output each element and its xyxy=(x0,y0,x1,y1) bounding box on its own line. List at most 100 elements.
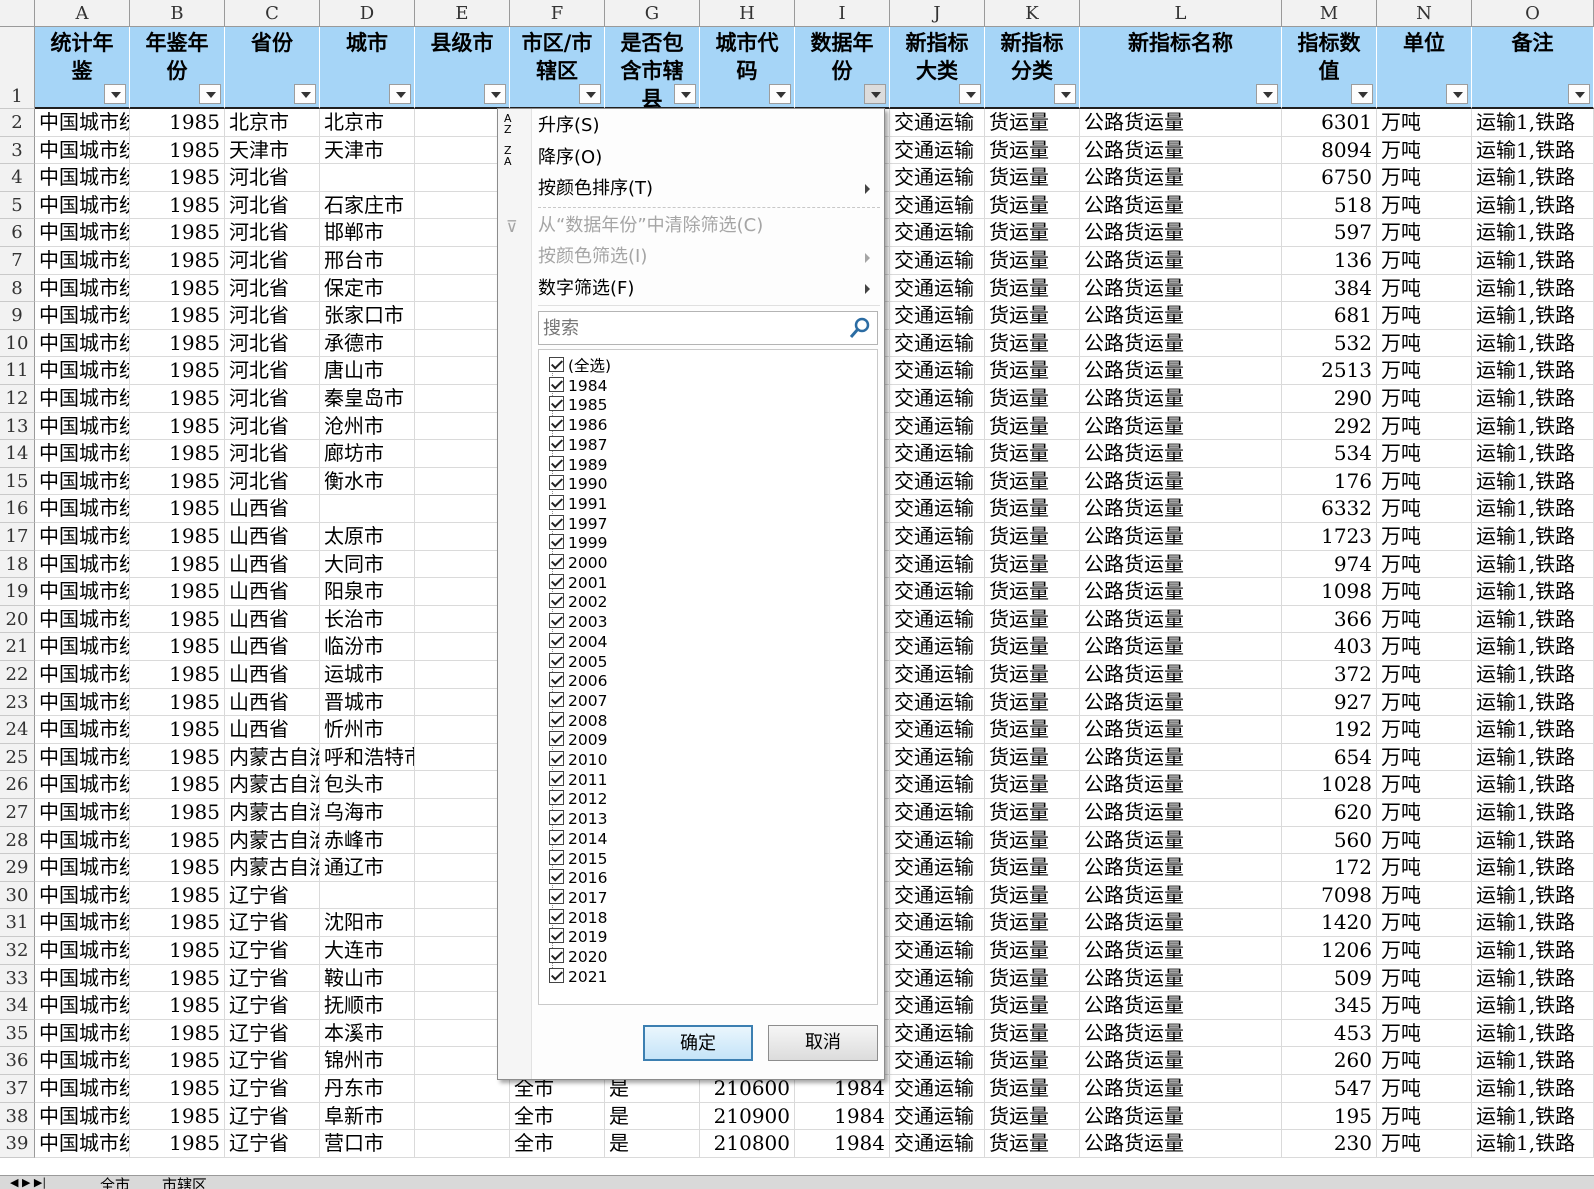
table-cell[interactable]: 交通运输 xyxy=(890,605,985,634)
table-cell[interactable]: 运输1,铁路 xyxy=(1472,1075,1594,1103)
table-cell[interactable]: 山西省 xyxy=(225,523,320,551)
row-number[interactable]: 10 xyxy=(0,329,35,358)
filter-list-item[interactable]: 2017 xyxy=(549,888,607,908)
table-cell[interactable]: 通辽市 xyxy=(320,854,415,882)
table-cell[interactable]: 晋城市 xyxy=(320,688,415,717)
header-cell[interactable]: 市区/市 辖区 xyxy=(510,27,605,109)
checkbox-checked-icon[interactable] xyxy=(549,593,564,609)
table-cell[interactable]: 万吨 xyxy=(1377,191,1472,220)
table-cell[interactable]: 辽宁省 xyxy=(225,881,320,910)
table-cell[interactable]: 中国城市统 xyxy=(35,964,130,993)
table-cell[interactable]: 中国城市统 xyxy=(35,688,130,717)
table-cell[interactable] xyxy=(415,329,510,358)
table-cell[interactable]: 山西省 xyxy=(225,688,320,717)
table-cell[interactable]: 货运量 xyxy=(985,385,1080,413)
filter-dropdown-button[interactable] xyxy=(1351,84,1373,104)
table-cell[interactable]: 公路货运量 xyxy=(1080,964,1282,993)
row-number[interactable]: 7 xyxy=(0,247,35,275)
table-cell[interactable]: 邯郸市 xyxy=(320,219,415,247)
table-cell[interactable]: 大同市 xyxy=(320,550,415,579)
filter-dropdown-button[interactable] xyxy=(864,84,886,104)
table-cell[interactable]: 1985 xyxy=(130,743,225,772)
table-cell[interactable]: 货运量 xyxy=(985,605,1080,634)
table-cell[interactable]: 货运量 xyxy=(985,164,1080,192)
table-cell[interactable] xyxy=(415,1047,510,1075)
table-cell[interactable]: 货运量 xyxy=(985,440,1080,468)
checkbox-checked-icon[interactable] xyxy=(549,416,564,432)
table-cell[interactable]: 运输1,铁路 xyxy=(1472,164,1594,192)
table-cell[interactable] xyxy=(415,826,510,855)
table-cell[interactable]: 中国城市统 xyxy=(35,357,130,385)
row-number[interactable]: 35 xyxy=(0,1019,35,1048)
filter-list-item[interactable]: 2018 xyxy=(549,908,607,928)
table-cell[interactable]: 运输1,铁路 xyxy=(1472,274,1594,303)
table-cell[interactable]: 中国城市统 xyxy=(35,743,130,772)
table-cell[interactable]: 万吨 xyxy=(1377,467,1472,496)
filter-list-item[interactable]: 2002 xyxy=(549,592,607,612)
table-cell[interactable]: 公路货运量 xyxy=(1080,164,1282,192)
table-cell[interactable]: 1420 xyxy=(1282,909,1377,937)
table-cell[interactable]: 中国城市统 xyxy=(35,385,130,413)
table-cell[interactable]: 辽宁省 xyxy=(225,1130,320,1158)
table-cell[interactable]: 公路货运量 xyxy=(1080,109,1282,137)
table-cell[interactable]: 中国城市统 xyxy=(35,1075,130,1103)
checkbox-checked-icon[interactable] xyxy=(549,731,564,747)
table-cell[interactable]: 万吨 xyxy=(1377,550,1472,579)
row-number[interactable]: 22 xyxy=(0,661,35,689)
sort-by-color-item[interactable]: 按颜色排序(T) xyxy=(538,177,653,201)
table-cell[interactable]: 运输1,铁路 xyxy=(1472,661,1594,689)
table-cell[interactable]: 1985 xyxy=(130,909,225,937)
table-cell[interactable]: 230 xyxy=(1282,1130,1377,1158)
filter-list-item[interactable]: 1990 xyxy=(549,474,607,494)
table-cell[interactable]: 公路货运量 xyxy=(1080,633,1282,661)
header-cell[interactable]: 是否包 含市辖县 xyxy=(605,27,700,109)
table-cell[interactable] xyxy=(320,881,415,910)
table-cell[interactable]: 1984 xyxy=(795,1102,890,1131)
table-cell[interactable]: 货运量 xyxy=(985,1130,1080,1158)
table-cell[interactable]: 交通运输 xyxy=(890,219,985,247)
table-cell[interactable]: 公路货运量 xyxy=(1080,274,1282,303)
filter-list-item[interactable]: 2020 xyxy=(549,947,607,967)
table-cell[interactable]: 372 xyxy=(1282,661,1377,689)
table-cell[interactable]: 河北省 xyxy=(225,329,320,358)
table-cell[interactable]: 6332 xyxy=(1282,495,1377,523)
table-cell[interactable]: 公路货运量 xyxy=(1080,854,1282,882)
table-cell[interactable]: 交通运输 xyxy=(890,799,985,827)
table-cell[interactable]: 7098 xyxy=(1282,881,1377,910)
checkbox-checked-icon[interactable] xyxy=(549,672,564,688)
table-cell[interactable]: 衡水市 xyxy=(320,467,415,496)
table-cell[interactable] xyxy=(415,605,510,634)
table-cell[interactable]: 货运量 xyxy=(985,799,1080,827)
table-cell[interactable]: 山西省 xyxy=(225,661,320,689)
filter-list-item[interactable]: 2011 xyxy=(549,770,607,790)
table-cell[interactable]: 290 xyxy=(1282,385,1377,413)
table-cell[interactable]: 运输1,铁路 xyxy=(1472,1019,1594,1048)
table-cell[interactable]: 万吨 xyxy=(1377,826,1472,855)
table-cell[interactable]: 货运量 xyxy=(985,633,1080,661)
table-cell[interactable]: 内蒙古自治 xyxy=(225,826,320,855)
table-cell[interactable]: 呼和浩特市 xyxy=(320,743,415,772)
checkbox-checked-icon[interactable] xyxy=(549,908,564,924)
table-cell[interactable]: 交通运输 xyxy=(890,578,985,606)
header-cell[interactable]: 新指标 分类 xyxy=(985,27,1080,109)
table-cell[interactable]: 公路货运量 xyxy=(1080,523,1282,551)
table-cell[interactable]: 万吨 xyxy=(1377,219,1472,247)
table-cell[interactable]: 136 xyxy=(1282,247,1377,275)
header-cell[interactable]: 统计年鉴 xyxy=(35,27,130,109)
table-cell[interactable]: 中国城市统 xyxy=(35,136,130,165)
table-cell[interactable]: 运输1,铁路 xyxy=(1472,357,1594,385)
table-cell[interactable]: 运输1,铁路 xyxy=(1472,964,1594,993)
table-cell[interactable]: 包头市 xyxy=(320,771,415,799)
table-cell[interactable]: 公路货运量 xyxy=(1080,826,1282,855)
table-cell[interactable]: 万吨 xyxy=(1377,495,1472,523)
table-cell[interactable]: 交通运输 xyxy=(890,937,985,965)
table-cell[interactable]: 公路货运量 xyxy=(1080,357,1282,385)
table-cell[interactable]: 货运量 xyxy=(985,964,1080,993)
table-cell[interactable]: 1985 xyxy=(130,191,225,220)
table-cell[interactable]: 货运量 xyxy=(985,909,1080,937)
checkbox-checked-icon[interactable] xyxy=(549,435,564,451)
filter-list-item[interactable]: (全选) xyxy=(549,356,611,376)
table-cell[interactable]: 532 xyxy=(1282,329,1377,358)
table-cell[interactable]: 1985 xyxy=(130,385,225,413)
table-cell[interactable] xyxy=(415,716,510,744)
